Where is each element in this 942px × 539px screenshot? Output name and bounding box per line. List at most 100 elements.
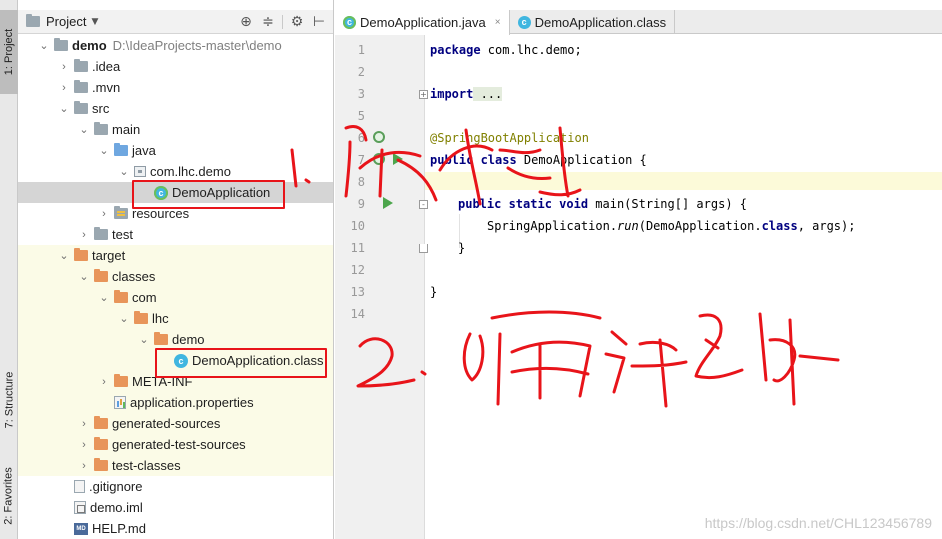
collapse-icon[interactable]: ≑ xyxy=(257,14,279,30)
package-icon xyxy=(134,166,146,177)
tree-item-label: test-classes xyxy=(112,458,181,473)
fold-end-icon[interactable] xyxy=(419,244,428,253)
gear-icon[interactable]: ⚙ xyxy=(286,14,308,30)
folder-icon xyxy=(74,80,88,93)
tree-item[interactable]: ⌄ classes xyxy=(18,266,333,287)
bean-icon[interactable] xyxy=(373,153,385,165)
project-view-selector[interactable]: Project ▼ xyxy=(26,14,98,29)
tree-item[interactable]: ⌄ src xyxy=(18,98,333,119)
editor-area: c DemoApplication.java × c DemoApplicati… xyxy=(335,0,942,539)
header-divider xyxy=(282,14,283,29)
line-number: 1 xyxy=(357,43,365,57)
favorites-tool-button[interactable]: 2: Favorites xyxy=(0,456,18,536)
line-number: 9 xyxy=(357,197,365,211)
excluded-folder-icon xyxy=(114,290,128,303)
tree-item[interactable]: MD HELP.md xyxy=(18,518,333,539)
favorites-tool-label: 2: Favorites xyxy=(3,467,15,525)
properties-file-icon xyxy=(114,396,126,409)
line-number: 2 xyxy=(357,65,365,79)
chevron-down-icon[interactable]: ⌄ xyxy=(58,102,70,115)
tree-item[interactable]: ⌄ main xyxy=(18,119,333,140)
tree-item[interactable]: ⌄ com.lhc.demo xyxy=(18,161,333,182)
tree-item[interactable]: ⌄ java xyxy=(18,140,333,161)
markdown-file-icon: MD xyxy=(74,522,88,535)
chevron-down-icon[interactable]: ⌄ xyxy=(118,165,130,178)
chevron-right-icon[interactable]: › xyxy=(58,61,70,73)
tree-item[interactable]: › test xyxy=(18,224,333,245)
folder-icon xyxy=(74,101,88,114)
tab-demoapplication-class[interactable]: c DemoApplication.class xyxy=(510,10,676,34)
tab-demoapplication-java[interactable]: c DemoApplication.java × xyxy=(335,10,510,35)
tree-item-label: demo xyxy=(172,332,205,347)
chevron-down-icon[interactable]: ⌄ xyxy=(138,333,150,346)
tree-item[interactable]: application.properties xyxy=(18,392,333,413)
tree-item-label: META-INF xyxy=(132,374,193,389)
code-line-10: SpringApplication.run(DemoApplication.cl… xyxy=(487,219,856,233)
chevron-right-icon[interactable]: › xyxy=(58,82,70,94)
run-icon[interactable] xyxy=(393,153,403,165)
code-line-11: } xyxy=(458,241,466,255)
folder-icon xyxy=(94,122,108,135)
chevron-down-icon[interactable]: ⌄ xyxy=(38,39,50,52)
fold-icon[interactable]: + xyxy=(419,90,428,99)
tree-item[interactable]: .gitignore xyxy=(18,476,333,497)
project-tool-button[interactable]: 1: Project xyxy=(0,10,18,94)
close-icon[interactable]: × xyxy=(495,17,501,28)
tree-item-label: target xyxy=(92,248,126,263)
line-number: 11 xyxy=(350,241,365,255)
chevron-right-icon[interactable]: › xyxy=(78,229,90,241)
excluded-folder-icon xyxy=(74,248,88,261)
source-folder-icon xyxy=(114,143,128,156)
spring-class-icon: c xyxy=(154,185,168,200)
target-icon[interactable]: ⊕ xyxy=(235,14,257,30)
chevron-down-icon[interactable]: ⌄ xyxy=(118,312,130,325)
chevron-right-icon[interactable]: › xyxy=(78,439,90,451)
code-line-1: package com.lhc.demo; xyxy=(430,43,582,57)
chevron-down-icon[interactable]: ⌄ xyxy=(78,270,90,283)
project-panel: Project ▼ ⊕ ≑ ⚙ ⊢ ⌄ demo D:\IdeaProjects-m… xyxy=(18,0,334,539)
tree-item[interactable]: › generated-test-sources xyxy=(18,434,333,455)
tree-item-label: application.properties xyxy=(130,395,254,410)
tree-item[interactable]: ⌄ demo xyxy=(18,329,333,350)
tree-item[interactable]: ⌄ demo D:\IdeaProjects-master\demo xyxy=(18,35,333,56)
tree-item[interactable]: ⌄ com xyxy=(18,287,333,308)
run-icon[interactable] xyxy=(383,197,393,209)
hide-icon[interactable]: ⊢ xyxy=(308,14,330,30)
chevron-down-icon[interactable]: ⌄ xyxy=(78,123,90,136)
tree-item[interactable]: › test-classes xyxy=(18,455,333,476)
tree-item[interactable]: c DemoApplication xyxy=(18,182,333,203)
tree-item[interactable]: c DemoApplication.class xyxy=(18,350,333,371)
tree-item-label: resources xyxy=(132,206,190,221)
chevron-down-icon[interactable]: ⌄ xyxy=(98,144,110,157)
excluded-folder-icon xyxy=(134,311,148,324)
code-line-9: public static void main(String[] args) { xyxy=(458,197,747,211)
tree-item[interactable]: › .idea xyxy=(18,56,333,77)
project-panel-header: Project ▼ ⊕ ≑ ⚙ ⊢ xyxy=(18,10,333,34)
tree-item[interactable]: › META-INF xyxy=(18,371,333,392)
line-number: 7 xyxy=(357,153,365,167)
excluded-folder-icon xyxy=(94,437,108,450)
tree-item[interactable]: › generated-sources xyxy=(18,413,333,434)
tree-item[interactable]: demo.iml xyxy=(18,497,333,518)
project-panel-title: Project xyxy=(46,14,87,29)
tree-item[interactable]: › resources xyxy=(18,203,333,224)
tree-item-label: test xyxy=(112,227,133,242)
chevron-down-icon[interactable]: ⌄ xyxy=(98,291,110,304)
resources-folder-icon xyxy=(114,206,128,219)
fold-icon[interactable]: - xyxy=(419,200,428,209)
code-editor[interactable] xyxy=(425,35,942,539)
bean-icon[interactable] xyxy=(373,131,385,143)
excluded-folder-icon xyxy=(94,269,108,282)
structure-tool-button[interactable]: 7: Structure xyxy=(0,360,18,440)
folder-icon xyxy=(54,38,68,51)
chevron-down-icon[interactable]: ⌄ xyxy=(58,249,70,262)
chevron-right-icon[interactable]: › xyxy=(98,376,110,388)
module-file-icon xyxy=(74,501,86,514)
tree-item[interactable]: › .mvn xyxy=(18,77,333,98)
chevron-right-icon[interactable]: › xyxy=(78,418,90,430)
chevron-right-icon[interactable]: › xyxy=(98,208,110,220)
chevron-right-icon[interactable]: › xyxy=(78,460,90,472)
tree-item[interactable]: ⌄ lhc xyxy=(18,308,333,329)
line-number: 12 xyxy=(350,263,365,277)
tree-item[interactable]: ⌄ target xyxy=(18,245,333,266)
